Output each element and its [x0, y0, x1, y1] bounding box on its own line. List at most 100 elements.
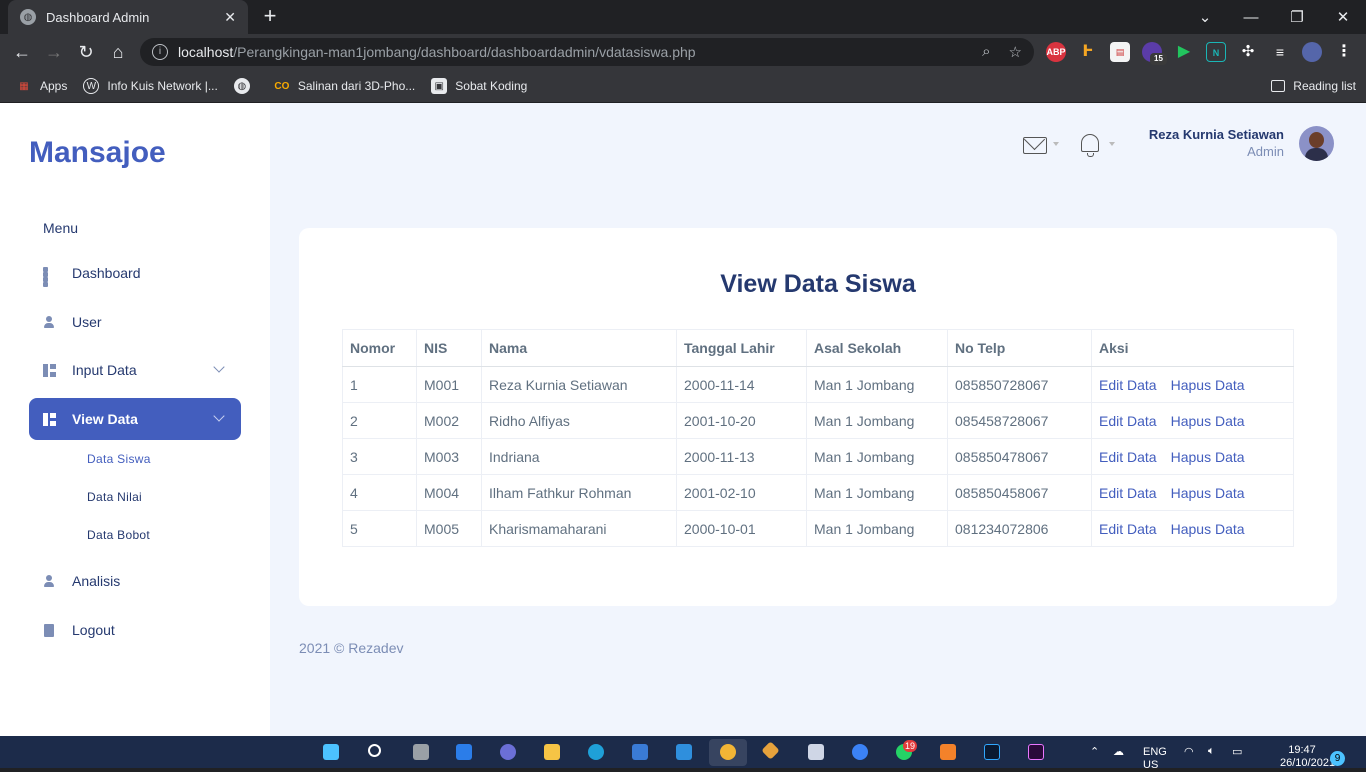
new-tab-icon[interactable]: + [258, 5, 282, 29]
edit-data-link[interactable]: Edit Data [1099, 377, 1157, 393]
reading-list-button[interactable]: Reading list [1271, 70, 1356, 102]
browser-tab[interactable]: ◍ Dashboard Admin ✕ [8, 0, 248, 34]
edit-data-link[interactable]: Edit Data [1099, 413, 1157, 429]
data-siswa-card: View Data Siswa Nomor NIS Nama Tanggal L… [299, 228, 1337, 606]
bookmark-star-icon[interactable]: ☆ [1009, 43, 1022, 61]
sidebar-item-input-data[interactable]: Input Data [29, 349, 241, 391]
sidebar-item-user[interactable]: User [29, 301, 241, 343]
column-header: Nama [481, 329, 677, 367]
search-icon[interactable] [368, 744, 381, 757]
time-label: 19:47 [1288, 744, 1316, 756]
site-info-icon[interactable]: i [152, 44, 168, 60]
column-header: Nomor [342, 329, 417, 367]
envelope-icon[interactable] [1023, 137, 1047, 154]
sidebar-item-dashboard[interactable]: Dashboard [29, 252, 241, 294]
tab-close-icon[interactable]: ✕ [224, 9, 236, 26]
extension-icon-2[interactable]: Ͱ [1078, 42, 1098, 62]
cell-nomor: 3 [342, 438, 417, 475]
hapus-data-link[interactable]: Hapus Data [1171, 377, 1245, 393]
onedrive-icon[interactable]: ☁ [1113, 745, 1124, 758]
column-header: No Telp [947, 329, 1092, 367]
bell-icon[interactable] [1081, 134, 1099, 157]
file-explorer-icon[interactable] [544, 744, 560, 760]
hapus-data-link[interactable]: Hapus Data [1171, 521, 1245, 537]
cell-no-telp: 085850458067 [947, 474, 1092, 511]
media-control-icon[interactable]: ≡ [1270, 42, 1290, 62]
cell-no-telp: 085850728067 [947, 366, 1092, 403]
close-window-icon[interactable]: ✕ [1320, 0, 1366, 34]
restore-icon[interactable]: ❐ [1274, 0, 1320, 34]
app-icon[interactable] [808, 744, 824, 760]
chrome-icon[interactable] [720, 744, 736, 760]
bookmark-sobat-koding[interactable]: ▣ Sobat Koding [431, 78, 527, 94]
hapus-data-link[interactable]: Hapus Data [1171, 413, 1245, 429]
back-icon[interactable]: ← [10, 40, 34, 64]
xampp-icon[interactable] [940, 744, 956, 760]
bookmarks-bar: ▦ Apps W Info Kuis Network |... ◍ CO Sal… [0, 70, 1366, 103]
bookmark-salinan[interactable]: CO Salinan dari 3D-Pho... [274, 78, 415, 94]
sidebar-item-logout[interactable]: Logout [29, 609, 241, 651]
cell-nomor: 2 [342, 402, 417, 439]
puzzle-icon[interactable]: ✣ [1238, 42, 1258, 62]
hapus-data-link[interactable]: Hapus Data [1171, 449, 1245, 465]
forward-icon[interactable]: → [42, 40, 66, 64]
bookmark-globe[interactable]: ◍ [233, 78, 258, 94]
address-bar[interactable]: i localhost/Perangkingan-man1jombang/das… [140, 38, 1034, 66]
battery-icon[interactable]: ▭ [1232, 745, 1242, 758]
bookmark-label: Salinan dari 3D-Pho... [297, 79, 416, 93]
wifi-icon[interactable]: ◠ [1184, 745, 1194, 758]
region-label: US [1143, 759, 1159, 771]
brand-logo[interactable]: Mansajoe [29, 136, 166, 170]
widgets-icon[interactable] [456, 744, 472, 760]
edit-data-link[interactable]: Edit Data [1099, 449, 1157, 465]
reload-icon[interactable]: ↻ [74, 40, 98, 64]
language-label: ENG [1143, 746, 1167, 758]
sidebar-subitem-data-nilai[interactable]: Data Nilai [87, 490, 142, 504]
edge-icon[interactable] [588, 744, 604, 760]
task-view-icon[interactable] [413, 744, 429, 760]
play-extension-icon[interactable]: ▶ [1174, 42, 1194, 62]
cell-aksi: Edit Data Hapus Data [1091, 474, 1294, 511]
zoom-icon[interactable]: ⌕ [982, 43, 990, 61]
git-app-icon[interactable] [761, 741, 780, 760]
teams-chat-icon[interactable] [500, 744, 516, 760]
profile-avatar[interactable] [1302, 42, 1322, 62]
input-language: ENG US [1143, 746, 1167, 772]
sidebar-item-analisis[interactable]: Analisis [29, 560, 241, 602]
sidebar-subitem-data-bobot[interactable]: Data Bobot [87, 528, 150, 542]
avatar[interactable] [1299, 126, 1334, 161]
edit-data-link[interactable]: Edit Data [1099, 521, 1157, 537]
home-icon[interactable]: ⌂ [106, 40, 130, 64]
store-icon[interactable] [632, 744, 648, 760]
n-extension-icon[interactable]: N [1206, 42, 1226, 62]
kebab-menu-icon[interactable]: ⋮ [1334, 42, 1354, 62]
caret-down-icon [1109, 142, 1115, 146]
tray-chevron-icon[interactable]: ⌃ [1090, 745, 1099, 758]
hapus-data-link[interactable]: Hapus Data [1171, 485, 1245, 501]
sidebar-subitem-data-siswa[interactable]: Data Siswa [87, 452, 151, 466]
cell-asal-sekolah: Man 1 Jombang [806, 366, 948, 403]
bookmark-apps[interactable]: ▦ Apps [16, 78, 67, 94]
user-name[interactable]: Reza Kurnia Setiawan [1149, 127, 1284, 142]
edit-data-link[interactable]: Edit Data [1099, 485, 1157, 501]
tab-search-icon[interactable]: ⌄ [1182, 0, 1228, 34]
sidebar-item-view-data[interactable]: View Data [29, 398, 241, 440]
colab-icon: CO [274, 80, 290, 92]
extension-icon-3[interactable]: ▤ [1110, 42, 1130, 62]
bookmark-info-kuis[interactable]: W Info Kuis Network |... [83, 78, 218, 94]
premiere-icon[interactable] [1028, 744, 1044, 760]
adblock-extension-icon[interactable]: ABP [1046, 42, 1066, 62]
wordpress-icon: W [83, 78, 100, 94]
app-icon-2[interactable] [852, 744, 868, 760]
minimize-icon[interactable]: — [1228, 0, 1274, 34]
cell-tanggal-lahir: 2000-11-13 [676, 438, 807, 475]
sidebar-item-label: View Data [72, 411, 138, 427]
photoshop-icon[interactable] [984, 744, 1000, 760]
windows-start-icon[interactable] [323, 744, 339, 760]
volume-icon[interactable]: 🔈︎ [1208, 745, 1215, 758]
cell-nis: M004 [416, 474, 482, 511]
sidebar-item-label: User [72, 314, 102, 330]
clock[interactable]: 19:47 26/10/2021 [1280, 744, 1335, 770]
vscode-icon[interactable] [676, 744, 692, 760]
notification-badge[interactable]: 9 [1330, 751, 1345, 766]
